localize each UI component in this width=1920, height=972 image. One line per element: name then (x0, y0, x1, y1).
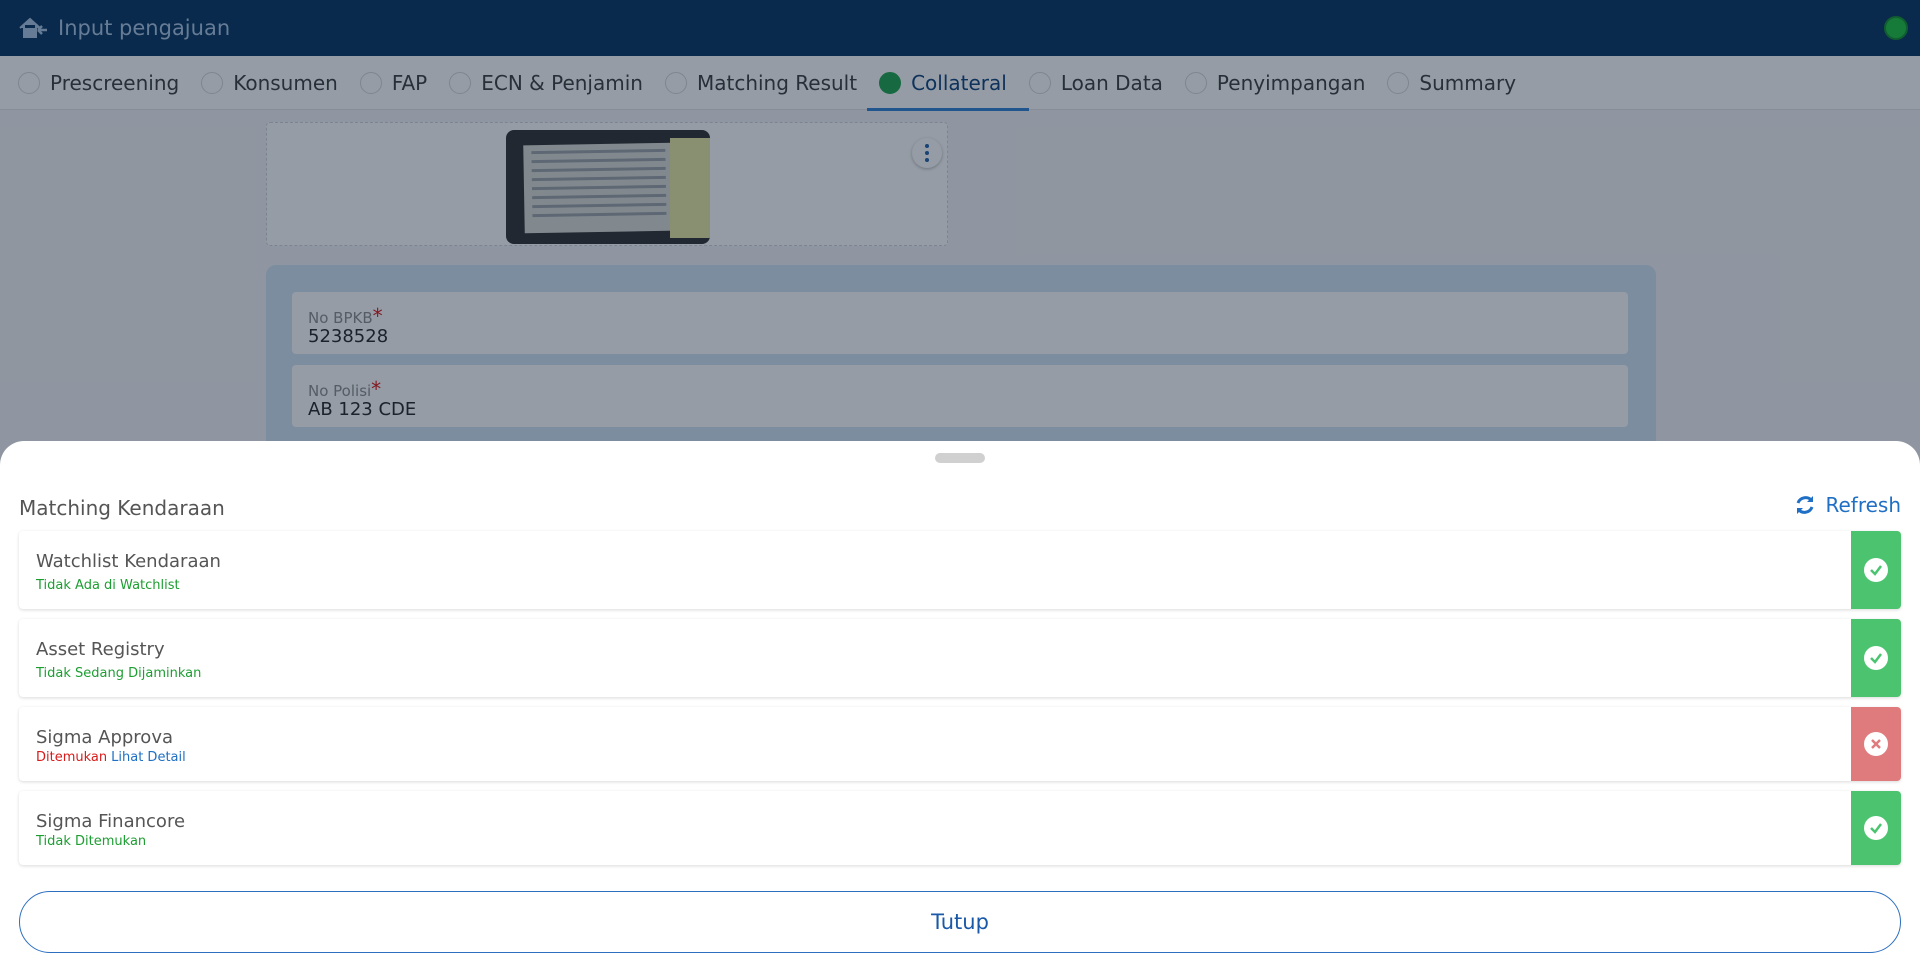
matching-list: Watchlist Kendaraan Tidak Ada di Watchli… (19, 531, 1901, 875)
status-text: Tidak Sedang Dijaminkan (36, 666, 202, 681)
check-icon (1864, 558, 1888, 582)
sheet-title: Matching Kendaraan (19, 496, 225, 520)
check-icon (1864, 816, 1888, 840)
list-item-asset-registry: Asset Registry Tidak Sedang Dijaminkan (19, 619, 1901, 697)
status-text: Tidak Ada di Watchlist (36, 578, 180, 593)
item-name: Asset Registry (36, 639, 165, 660)
item-name: Sigma Approva (36, 727, 174, 748)
close-icon (1864, 732, 1888, 756)
tutup-button[interactable]: Tutup (19, 891, 1901, 953)
item-status: Tidak Ada di Watchlist (36, 578, 180, 593)
status-badge (1851, 707, 1901, 781)
status-badge (1851, 531, 1901, 609)
item-name: Sigma Financore (36, 811, 186, 832)
sheet-drag-handle[interactable] (935, 453, 985, 463)
item-status: Ditemukan Lihat Detail (36, 750, 186, 765)
refresh-label: Refresh (1825, 493, 1901, 517)
list-item-watchlist: Watchlist Kendaraan Tidak Ada di Watchli… (19, 531, 1901, 609)
item-status: Tidak Ditemukan (36, 834, 146, 849)
item-name: Watchlist Kendaraan (36, 551, 221, 572)
refresh-button[interactable]: Refresh (1793, 493, 1901, 517)
refresh-icon (1793, 493, 1817, 517)
status-badge (1851, 619, 1901, 697)
status-text: Tidak Ditemukan (36, 834, 147, 849)
item-status: Tidak Sedang Dijaminkan (36, 666, 201, 681)
status-badge (1851, 791, 1901, 865)
check-icon (1864, 646, 1888, 670)
list-item-sigma-financore: Sigma Financore Tidak Ditemukan (19, 791, 1901, 865)
list-item-sigma-approva: Sigma Approva Ditemukan Lihat Detail (19, 707, 1901, 781)
lihat-detail-link[interactable]: Lihat Detail (111, 750, 186, 765)
status-text: Ditemukan (36, 750, 108, 765)
